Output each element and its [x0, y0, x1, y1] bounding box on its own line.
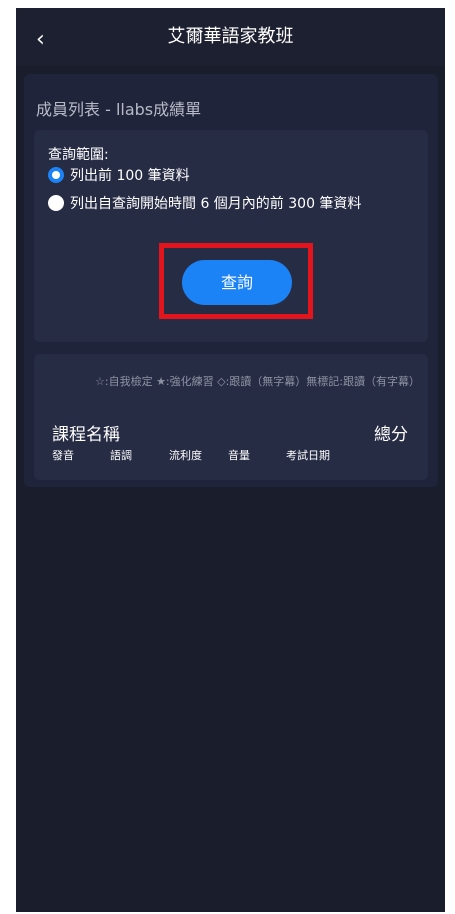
content-panel: 成員列表 - llabs成績單 查詢範圍: 列出前 100 筆資料 列出自查詢開… [24, 74, 438, 487]
course-name-header: 課程名稱 [52, 425, 120, 445]
top-bar: 艾爾華語家教班 ‹ [16, 8, 445, 66]
exam-date-header: 考試日期 [286, 449, 330, 462]
query-range-label: 查詢範圍: [48, 147, 109, 163]
total-score-header: 總分 [374, 425, 408, 445]
query-button[interactable]: 查詢 [182, 260, 292, 305]
chevron-left-icon[interactable]: ‹ [36, 27, 45, 52]
intonation-header: 語調 [110, 449, 132, 462]
app-title: 艾爾華語家教班 [167, 26, 294, 47]
page-title: 成員列表 - llabs成績單 [36, 100, 202, 119]
legend-text: ☆:自我檢定 ★:強化練習 ◇:跟讀（無字幕）無標記:跟讀（有字幕） [95, 375, 420, 388]
radio-checked-icon[interactable] [48, 167, 64, 183]
volume-header: 音量 [228, 449, 250, 462]
highlight-frame: 查詢 [159, 243, 313, 319]
results-card: ☆:自我檢定 ★:強化練習 ◇:跟讀（無字幕）無標記:跟讀（有字幕） 課程名稱 … [34, 354, 428, 480]
radio-unchecked-icon[interactable] [48, 195, 64, 211]
radio-option-label: 列出前 100 筆資料 [70, 168, 190, 184]
app-screen: 艾爾華語家教班 ‹ 成員列表 - llabs成績單 查詢範圍: 列出前 100 … [16, 8, 445, 912]
radio-option-top-100[interactable]: 列出前 100 筆資料 [48, 166, 418, 186]
query-card: 查詢範圍: 列出前 100 筆資料 列出自查詢開始時間 6 個月內的前 300 … [34, 130, 428, 342]
pronunciation-header: 發音 [52, 449, 74, 462]
back-button[interactable]: ‹ [36, 28, 56, 52]
radio-option-6-months[interactable]: 列出自查詢開始時間 6 個月內的前 300 筆資料 [48, 194, 418, 214]
radio-option-label: 列出自查詢開始時間 6 個月內的前 300 筆資料 [70, 196, 362, 212]
fluency-header: 流利度 [169, 449, 202, 462]
